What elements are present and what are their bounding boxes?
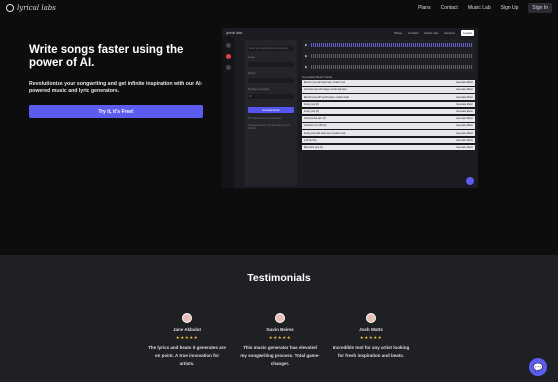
preview-generate-button: Generate Music <box>248 107 294 113</box>
preview-duration-field: 30 <box>248 94 294 99</box>
preview-track-name: Funky pop (4) <box>304 110 319 114</box>
preview-track-row: Instrumental jazz (3) Generate Music <box>302 115 475 122</box>
preview-link-account: Account <box>443 30 455 35</box>
hero-subtitle: Revolutionize your songwriting and get i… <box>29 81 203 94</box>
preview-genre-label: Genre <box>248 56 255 59</box>
preview-track-row: Ambient lo-fi, chill (2) Generate Music <box>302 123 475 129</box>
preview-track-name: Funky pop with Indie feel, modern beat <box>304 131 346 135</box>
preview-player: ▶ <box>302 40 475 50</box>
preview-track-row: Funky pop with Indie feel, modern beat Ge… <box>302 130 475 136</box>
preview-chat-icon <box>466 177 474 185</box>
preview-link-plans: Plans <box>394 30 402 35</box>
preview-tempo-label: Tempo <box>248 72 256 75</box>
nav-links: Plans Contact Music Lab Sign Up Sign In <box>418 3 552 13</box>
waveform <box>310 43 472 47</box>
play-icon: ▶ <box>305 54 308 58</box>
preview-track-row: Electric pop with synth loops, modern be… <box>302 94 475 100</box>
preview-music-icon <box>225 54 231 59</box>
preview-player: ▶ <box>302 51 475 61</box>
preview-track-name: Lofi hip hop <box>304 138 317 142</box>
preview-track-action: Generate Music <box>456 88 473 92</box>
preview-track-action: Generate Music <box>456 117 473 121</box>
preview-track-action: Generate Music <box>456 131 473 135</box>
preview-tracks-panel: ▶ ▶ ▶ Generated Music Tracks Electric po… <box>302 40 475 186</box>
hero-title: Write songs faster using the power of AI… <box>29 44 184 69</box>
preview-logo: lyrical labs <box>226 30 243 35</box>
waveform <box>310 65 472 69</box>
preview-track-name: Ambient lo-fi, chill (2) <box>304 124 327 128</box>
preview-logout-button: Logout <box>460 29 474 36</box>
testimonial-quote: Incredible tool for any artist looking f… <box>332 345 410 358</box>
preview-track-name: Electronic pop (1) <box>304 145 323 149</box>
testimonial-name: Gavin Beims <box>266 327 294 332</box>
nav-link-sign-up[interactable]: Sign Up <box>501 5 519 11</box>
avatar <box>275 313 285 323</box>
sign-in-button[interactable]: Sign In <box>528 3 552 13</box>
nav-link-contact[interactable]: Contact <box>441 5 458 11</box>
avatar <box>182 313 192 323</box>
app-preview: lyrical labs Plans Contact Music Lab Acc… <box>222 28 478 188</box>
preview-generator-form: Enter your add favorite instruments Genr… <box>245 40 297 186</box>
star-rating: ★★★★★ <box>268 335 292 340</box>
chat-bubble-icon[interactable]: 💬 <box>529 358 547 376</box>
nav-link-music-lab[interactable]: Music Lab <box>468 5 491 11</box>
preview-track-action: Generate Music <box>456 124 473 128</box>
testimonial-card: Gavin Beims ★★★★★ This music generator h… <box>240 313 320 368</box>
logo-text: lyrical labs <box>17 4 56 12</box>
waveform <box>310 54 472 58</box>
preview-track-list: Electric pop with fast beat, modern feel… <box>302 80 475 151</box>
preview-track-name: Electric pop with synth loops, modern be… <box>304 95 349 99</box>
logo[interactable]: lyrical labs <box>6 4 56 12</box>
preview-note: Total generations left for today to be 6… <box>248 124 290 130</box>
testimonial-quote: The lyrics and beats it generates are on… <box>148 345 226 366</box>
testimonial-name: Josh Watts <box>359 327 383 332</box>
star-rating: ★★★★★ <box>359 335 383 340</box>
preview-navbar: lyrical labs Plans Contact Music Lab Acc… <box>222 28 478 37</box>
avatar <box>366 313 376 323</box>
preview-track-name: Electric pop with fast beat, modern feel <box>304 81 346 85</box>
preview-track-action: Generate Music <box>456 145 473 149</box>
play-icon: ▶ <box>305 65 308 69</box>
testimonial-card: Jane Akbulut ★★★★★ The lyrics and beats … <box>147 313 227 368</box>
preview-track-row: Electronic pop (1) Generate Music <box>302 144 475 151</box>
preview-track-name: Instrumental jazz (3) <box>304 117 326 121</box>
preview-track-row: Electric pop with fast beat, modern feel… <box>302 80 475 86</box>
preview-track-name: Acoustic pop with happy vocals (female) <box>304 88 347 92</box>
preview-section-title: Generated Music Tracks <box>302 75 333 79</box>
preview-track-action: Generate Music <box>456 102 473 106</box>
preview-sidebar <box>222 37 234 188</box>
preview-lyrics-icon <box>225 65 231 70</box>
preview-prompt-field: Enter your add favorite instruments <box>248 46 294 51</box>
preview-player: ▶ <box>302 62 475 72</box>
lyrical-labs-logo-icon <box>6 4 14 12</box>
preview-track-action: Generate Music <box>456 138 473 142</box>
preview-track-row: Acoustic pop with happy vocals (female) G… <box>302 87 475 93</box>
preview-track-action: Generate Music <box>456 95 473 99</box>
try-free-button[interactable]: Try it, it's Free! <box>29 105 203 118</box>
preview-track-row: Funky pop (6) Generate Music <box>302 101 475 108</box>
testimonials-title: Testimonials <box>247 272 311 284</box>
testimonials-section: Testimonials Jane Akbulut ★★★★★ The lyri… <box>0 255 558 382</box>
testimonial-quote: This music generator has elevated my son… <box>240 345 320 366</box>
preview-note: Pro required as long as below <box>248 117 282 120</box>
play-icon: ▶ <box>305 43 308 47</box>
top-navbar: lyrical labs Plans Contact Music Lab Sig… <box>0 0 558 16</box>
preview-duration-label: Duration (seconds) <box>248 88 270 91</box>
preview-tempo-field <box>248 78 294 83</box>
star-rating: ★★★★★ <box>175 335 199 340</box>
preview-track-name: Funky pop (6) <box>304 102 319 106</box>
preview-home-icon <box>225 43 231 48</box>
preview-track-row: Lofi hip hop Generate Music <box>302 137 475 144</box>
preview-link-contact: Contact <box>407 30 419 35</box>
preview-track-action: Generate Music <box>456 81 473 85</box>
preview-track-row: Funky pop (4) Generate Music <box>302 108 475 115</box>
testimonial-name: Jane Akbulut <box>172 327 202 332</box>
preview-genre-field <box>248 62 294 67</box>
preview-nav-links: Plans Contact Music Lab Account Logout <box>394 29 474 36</box>
preview-link-music-lab: Music Lab <box>424 30 438 35</box>
nav-link-plans[interactable]: Plans <box>418 5 431 11</box>
testimonial-card: Josh Watts ★★★★★ Incredible tool for any… <box>331 313 411 360</box>
preview-track-action: Generate Music <box>456 110 473 114</box>
